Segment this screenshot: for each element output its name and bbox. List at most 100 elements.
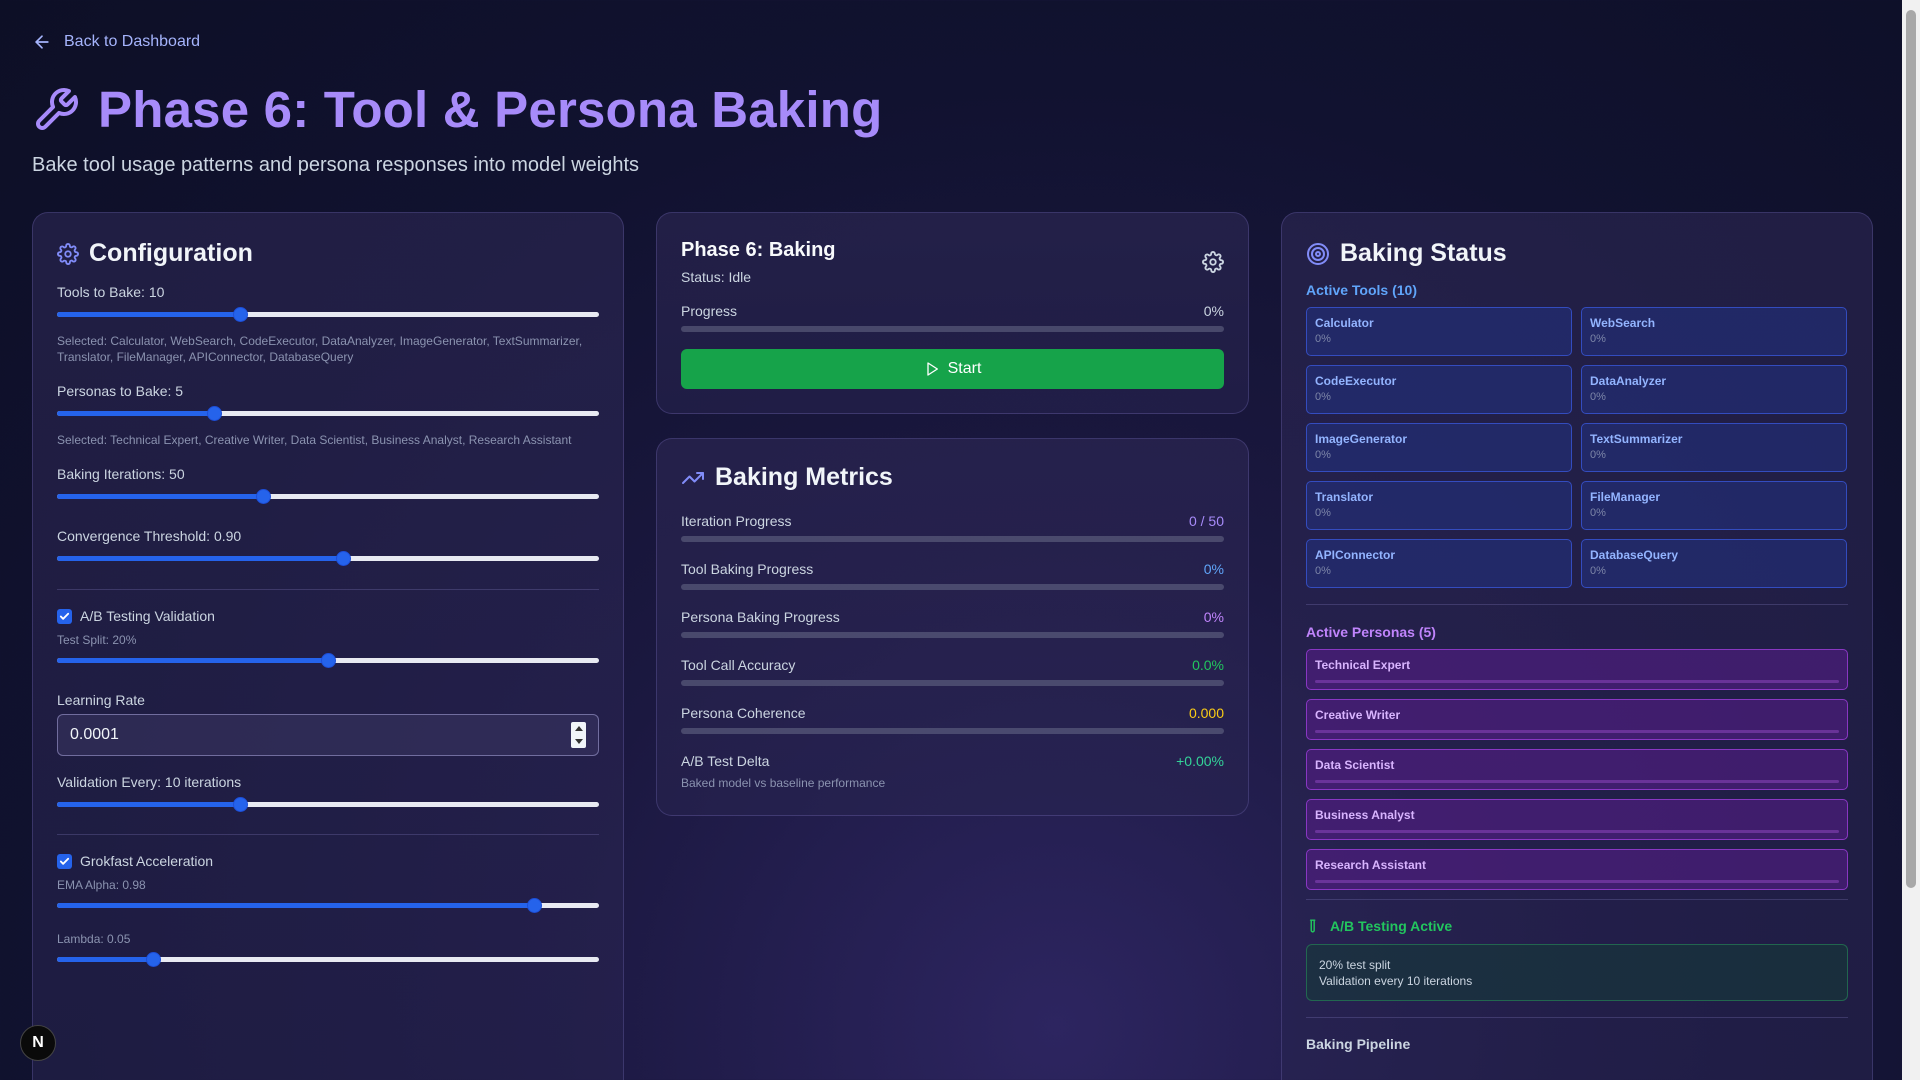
ab-delta-label: A/B Test Delta bbox=[681, 753, 770, 769]
baking-iterations-slider[interactable] bbox=[57, 488, 599, 504]
metrics-title: Baking Metrics bbox=[715, 463, 893, 491]
tool-progress: 0% bbox=[1590, 507, 1606, 519]
active-tools-grid: Calculator 0% WebSearch 0% CodeExecutor 0% … bbox=[1306, 307, 1848, 588]
page-header: Phase 6: Tool & Persona Baking bbox=[32, 80, 882, 139]
active-personas-list: Technical Expert Creative Writer Data Sc… bbox=[1306, 649, 1848, 890]
progress-row: Progress 0% bbox=[681, 303, 1224, 319]
page-scrollbar[interactable] bbox=[1902, 0, 1920, 1080]
progress-label: Progress bbox=[681, 303, 738, 319]
nextjs-badge[interactable]: N bbox=[20, 1025, 56, 1061]
tool-tile[interactable]: Translator 0% bbox=[1306, 481, 1572, 530]
metric-bar bbox=[681, 536, 1224, 542]
slider-thumb[interactable] bbox=[233, 797, 249, 812]
tool-tile[interactable]: Calculator 0% bbox=[1306, 307, 1572, 356]
gear-icon bbox=[57, 242, 79, 265]
metric-row: Tool Call Accuracy 0.0% bbox=[681, 657, 1224, 673]
divider bbox=[57, 834, 599, 835]
persona-tile[interactable]: Creative Writer bbox=[1306, 699, 1848, 740]
metric-label: Tool Baking Progress bbox=[681, 561, 814, 577]
metric-label: Iteration Progress bbox=[681, 513, 792, 529]
metric-bar bbox=[681, 680, 1224, 686]
tool-tile[interactable]: APIConnector 0% bbox=[1306, 539, 1572, 588]
tools-to-bake-slider[interactable] bbox=[57, 306, 599, 322]
test-split-slider[interactable] bbox=[57, 652, 599, 668]
persona-name: Research Assistant bbox=[1315, 858, 1426, 872]
learning-rate-input[interactable]: 0.0001 bbox=[57, 714, 599, 756]
metric-row: Tool Baking Progress 0% bbox=[681, 561, 1224, 577]
ab-validation-text: Validation every 10 iterations bbox=[1319, 974, 1473, 988]
personas-selected-text: Selected: Technical Expert, Creative Wri… bbox=[57, 433, 572, 447]
tool-name: TextSummarizer bbox=[1590, 432, 1683, 446]
metrics-header: Baking Metrics bbox=[681, 463, 893, 492]
baking-iterations-label: Baking Iterations: 50 bbox=[57, 466, 185, 482]
grokfast-label: Grokfast Acceleration bbox=[80, 853, 214, 869]
convergence-threshold-slider[interactable] bbox=[57, 550, 599, 566]
tool-tile[interactable]: CodeExecutor 0% bbox=[1306, 365, 1572, 414]
tool-name: APIConnector bbox=[1315, 548, 1396, 562]
metric-bar bbox=[681, 632, 1224, 638]
tool-tile[interactable]: FileManager 0% bbox=[1581, 481, 1847, 530]
tool-progress: 0% bbox=[1315, 449, 1331, 461]
tool-name: CodeExecutor bbox=[1315, 374, 1397, 388]
start-button-label: Start bbox=[947, 360, 982, 377]
lambda-slider[interactable] bbox=[57, 951, 599, 967]
tool-name: WebSearch bbox=[1590, 316, 1656, 330]
tools-selected-text: Selected: Calculator, WebSearch, CodeExe… bbox=[57, 334, 583, 364]
ab-testing-status-header: A/B Testing Active bbox=[1306, 918, 1848, 934]
slider-thumb[interactable] bbox=[207, 406, 223, 421]
persona-tile[interactable]: Technical Expert bbox=[1306, 649, 1848, 690]
persona-name: Business Analyst bbox=[1315, 808, 1415, 822]
slider-thumb[interactable] bbox=[321, 653, 336, 668]
slider-thumb[interactable] bbox=[335, 551, 351, 566]
ab-test-split-text: 20% test split bbox=[1319, 958, 1391, 972]
progress-bar bbox=[681, 326, 1224, 332]
ab-testing-checkbox[interactable] bbox=[57, 608, 72, 624]
persona-tile[interactable]: Research Assistant bbox=[1306, 849, 1848, 890]
personas-to-bake-slider[interactable] bbox=[57, 405, 599, 421]
tool-tile[interactable]: TextSummarizer 0% bbox=[1581, 423, 1847, 472]
configuration-panel: Configuration Tools to Bake: 10 Selected… bbox=[32, 212, 624, 1080]
tool-name: ImageGenerator bbox=[1315, 432, 1408, 446]
lambda-label: Lambda: 0.05 bbox=[57, 932, 131, 946]
slider-thumb[interactable] bbox=[233, 307, 249, 322]
slider-thumb[interactable] bbox=[255, 489, 271, 504]
learning-rate-stepper[interactable] bbox=[571, 722, 586, 748]
back-to-dashboard-link[interactable]: Back to Dashboard bbox=[32, 32, 200, 52]
tool-tile[interactable]: WebSearch 0% bbox=[1581, 307, 1847, 356]
tool-tile[interactable]: DataAnalyzer 0% bbox=[1581, 365, 1847, 414]
slider-thumb[interactable] bbox=[146, 952, 162, 967]
baking-status-panel: Baking Status Active Tools (10) Calculat… bbox=[1281, 212, 1873, 1080]
start-button[interactable]: Start bbox=[681, 349, 1224, 389]
tool-progress: 0% bbox=[1315, 333, 1331, 345]
phase-title: Phase 6: Baking bbox=[681, 239, 836, 261]
tool-name: Calculator bbox=[1315, 316, 1374, 330]
tool-tile[interactable]: ImageGenerator 0% bbox=[1306, 423, 1572, 472]
ab-testing-toggle[interactable]: A/B Testing Validation bbox=[57, 608, 599, 624]
tool-progress: 0% bbox=[1315, 391, 1331, 403]
tool-tile[interactable]: DatabaseQuery 0% bbox=[1581, 539, 1847, 588]
scrollbar-thumb[interactable] bbox=[1906, 10, 1916, 888]
grokfast-checkbox[interactable] bbox=[57, 853, 72, 869]
phase-control-panel: Phase 6: Baking Status: Idle Progress 0%… bbox=[656, 212, 1249, 414]
phase-status: Status: Idle bbox=[681, 269, 752, 285]
convergence-threshold-label: Convergence Threshold: 0.90 bbox=[57, 528, 242, 544]
divider bbox=[57, 589, 599, 590]
metric-bar bbox=[681, 728, 1224, 734]
divider bbox=[1306, 604, 1848, 605]
ema-alpha-slider[interactable] bbox=[57, 897, 599, 913]
validation-every-slider[interactable] bbox=[57, 796, 599, 812]
metric-row: Persona Baking Progress 0% bbox=[681, 609, 1224, 625]
grokfast-toggle[interactable]: Grokfast Acceleration bbox=[57, 853, 599, 869]
persona-tile[interactable]: Business Analyst bbox=[1306, 799, 1848, 840]
persona-name: Creative Writer bbox=[1315, 708, 1401, 722]
persona-name: Data Scientist bbox=[1315, 758, 1395, 772]
personas-to-bake-label: Personas to Bake: 5 bbox=[57, 383, 184, 399]
page-subtitle: Bake tool usage patterns and persona res… bbox=[32, 154, 640, 176]
slider-thumb[interactable] bbox=[526, 898, 542, 913]
tool-progress: 0% bbox=[1315, 507, 1331, 519]
active-personas-heading: Active Personas (5) bbox=[1306, 624, 1436, 640]
page-title: Phase 6: Tool & Persona Baking bbox=[98, 81, 883, 138]
settings-gear-icon[interactable] bbox=[1202, 251, 1224, 273]
persona-tile[interactable]: Data Scientist bbox=[1306, 749, 1848, 790]
metric-label: Persona Coherence bbox=[681, 705, 806, 721]
